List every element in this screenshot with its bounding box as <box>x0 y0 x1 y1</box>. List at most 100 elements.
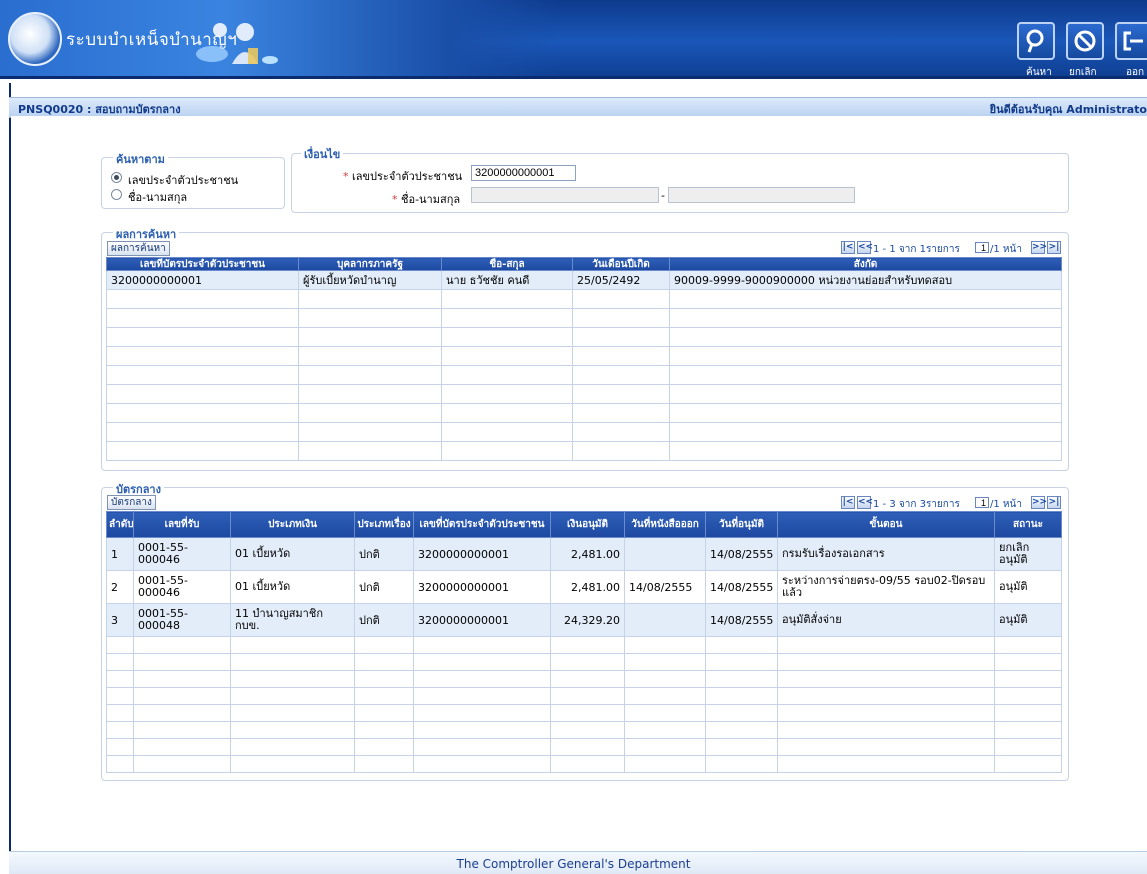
column-header[interactable]: บุคลากรภาครัฐ <box>298 257 442 271</box>
card-prev-page-button[interactable]: << <box>857 496 873 509</box>
column-header[interactable]: ขั้นตอน <box>777 511 995 538</box>
empty-cell <box>441 441 573 461</box>
column-header[interactable]: ชื่อ-สกุล <box>441 257 573 271</box>
central-card-tab[interactable]: บัตรกลาง <box>107 495 156 510</box>
empty-cell <box>133 721 231 739</box>
empty-cell <box>550 704 625 722</box>
footer-text: The Comptroller General's Department <box>456 857 691 871</box>
cell-approval-date: 14/08/2555 <box>705 537 778 571</box>
empty-cell <box>572 384 670 404</box>
card-first-page-button[interactable]: |< <box>841 496 855 509</box>
column-header[interactable]: สถานะ <box>994 511 1062 538</box>
cell-seq: 3 <box>106 603 134 637</box>
empty-cell <box>550 738 625 756</box>
id-number-input[interactable] <box>471 165 576 181</box>
last-page-button[interactable]: >| <box>1047 241 1061 254</box>
results-tab[interactable]: ผลการค้นหา <box>107 241 170 256</box>
cell-step: กรมรับเรื่องรอเอกสาร <box>777 537 995 571</box>
empty-cell <box>705 704 778 722</box>
empty-cell <box>106 653 134 671</box>
cell-matter-type: ปกติ <box>354 570 414 604</box>
empty-cell <box>572 422 670 442</box>
empty-cell <box>354 653 414 671</box>
table-row[interactable]: 2 0001-55-000046 01 เบี้ยหวัด ปกติ 32000… <box>106 570 1062 604</box>
column-header[interactable]: ประเภทเงิน <box>230 511 355 538</box>
empty-cell <box>413 670 551 688</box>
empty-row <box>106 636 1062 654</box>
empty-cell <box>133 653 231 671</box>
last-name-input[interactable] <box>668 187 855 203</box>
radio-name-label: ชื่อ-นามสกุล <box>128 191 188 204</box>
column-header[interactable]: วันที่อนุมัติ <box>705 511 778 538</box>
empty-cell <box>354 670 414 688</box>
results-page-input[interactable] <box>975 242 989 253</box>
cell-letter-date: 14/08/2555 <box>624 570 706 604</box>
empty-row <box>106 738 1062 756</box>
empty-cell <box>669 365 1062 385</box>
cell-money-type: 11 บำนาญสมาชิก กบข. <box>230 603 355 637</box>
table-row[interactable]: 1 0001-55-000046 01 เบี้ยหวัด ปกติ 32000… <box>106 537 1062 571</box>
empty-cell <box>777 687 995 705</box>
empty-cell <box>994 653 1062 671</box>
first-name-input[interactable] <box>471 187 659 203</box>
column-header[interactable]: สังกัด <box>669 257 1062 271</box>
empty-cell <box>413 721 551 739</box>
radio-search-by-id[interactable] <box>111 172 122 183</box>
id-field-label: * เลขประจำตัวประชาชน <box>343 170 463 183</box>
column-header[interactable]: เงินอนุมัติ <box>550 511 625 538</box>
table-row[interactable]: 3 0001-55-000048 11 บำนาญสมาชิก กบข. ปกต… <box>106 603 1062 637</box>
empty-cell <box>994 704 1062 722</box>
empty-cell <box>106 755 134 773</box>
cell-matter-type: ปกติ <box>354 603 414 637</box>
cell-id-number: 3200000000001 <box>413 603 551 637</box>
empty-cell <box>624 721 706 739</box>
cell-receipt-no: 0001-55-000046 <box>133 570 231 604</box>
card-last-page-button[interactable]: >| <box>1047 496 1061 509</box>
empty-row <box>106 327 1062 347</box>
column-header[interactable]: เลขที่บัตรประจำตัวประชาชน <box>106 257 299 271</box>
cell-receipt-no: 0001-55-000046 <box>133 537 231 571</box>
empty-cell <box>106 422 299 442</box>
card-page-input[interactable] <box>975 497 989 508</box>
column-header[interactable]: ประเภทเรื่อง <box>354 511 414 538</box>
empty-row <box>106 721 1062 739</box>
empty-row <box>106 670 1062 688</box>
column-header[interactable]: ลำดับ <box>106 511 134 538</box>
radio-search-by-name[interactable] <box>111 189 122 200</box>
empty-cell <box>106 687 134 705</box>
prev-page-button[interactable]: << <box>857 241 873 254</box>
empty-cell <box>705 653 778 671</box>
empty-cell <box>777 670 995 688</box>
column-header[interactable]: เลขที่บัตรประจำตัวประชาชน <box>413 511 551 538</box>
exit-button[interactable] <box>1115 22 1147 60</box>
empty-cell <box>230 636 355 654</box>
empty-cell <box>705 636 778 654</box>
cancel-button[interactable] <box>1066 22 1104 60</box>
table-row[interactable]: 3200000000001 ผู้รับเบี้ยหวัดบำนาญ นาย ธ… <box>106 270 1062 290</box>
results-pager-text: 1 - 1 จาก 1รายการ <box>873 244 960 255</box>
next-page-button[interactable]: >> <box>1031 241 1047 254</box>
empty-row <box>106 346 1062 366</box>
empty-cell <box>777 721 995 739</box>
column-header[interactable]: เลขที่รับ <box>133 511 231 538</box>
column-header[interactable]: วันเดือนปีเกิด <box>572 257 670 271</box>
cell-seq: 1 <box>106 537 134 571</box>
empty-cell <box>298 365 442 385</box>
first-page-button[interactable]: |< <box>841 241 855 254</box>
card-next-page-button[interactable]: >> <box>1031 496 1047 509</box>
empty-cell <box>994 687 1062 705</box>
empty-cell <box>230 704 355 722</box>
empty-cell <box>550 687 625 705</box>
column-header[interactable]: วันที่หนังสือออก <box>624 511 706 538</box>
empty-cell <box>669 289 1062 309</box>
empty-cell <box>298 308 442 328</box>
empty-cell <box>624 755 706 773</box>
empty-row <box>106 384 1062 404</box>
empty-cell <box>550 636 625 654</box>
empty-cell <box>994 670 1062 688</box>
search-button[interactable] <box>1017 22 1055 60</box>
empty-cell <box>624 636 706 654</box>
cell-birth-date: 25/05/2492 <box>572 270 670 290</box>
empty-cell <box>441 308 573 328</box>
empty-cell <box>994 738 1062 756</box>
